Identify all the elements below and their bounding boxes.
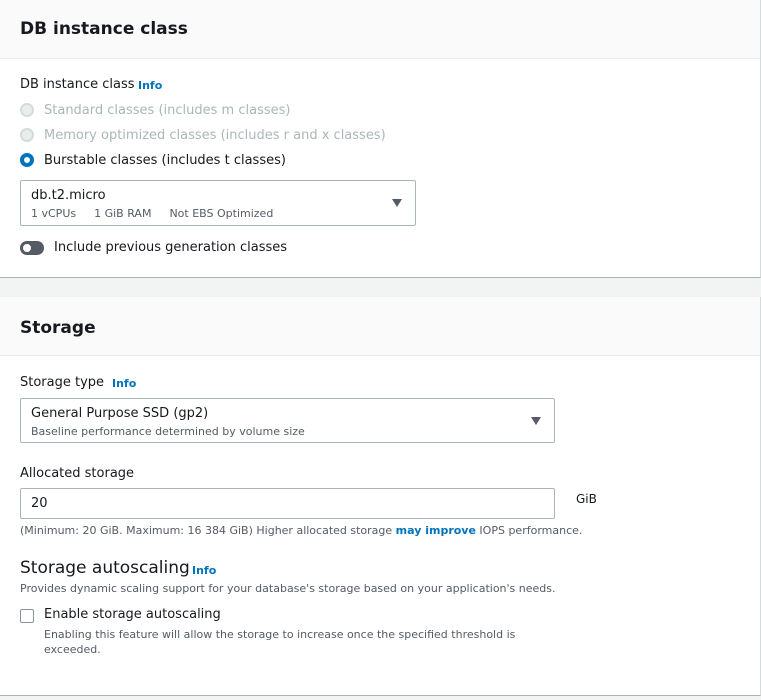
instance-class-select[interactable]: db.t2.micro 1 vCPUs 1 GiB RAM Not EBS Opti…	[20, 180, 416, 226]
storage-autoscaling-title: Storage autoscaling	[20, 558, 190, 578]
may-improve-link[interactable]: may improve	[396, 524, 476, 537]
allocated-storage-label: Allocated storage	[20, 466, 135, 481]
checkbox-label: Enable storage autoscaling	[44, 607, 221, 622]
panel-title: DB instance class	[20, 19, 188, 39]
checkbox-description: Enabling this feature will allow the sto…	[44, 628, 516, 656]
radio-button[interactable]	[20, 103, 34, 117]
radio-button-selected[interactable]	[20, 153, 34, 167]
caret-down-icon	[392, 199, 402, 207]
panel-title: Storage	[20, 318, 96, 338]
panel-header: Storage	[0, 297, 760, 356]
allocated-storage-input[interactable]: 20	[20, 488, 555, 519]
toggle-label: Include previous generation classes	[54, 240, 288, 255]
info-link[interactable]: Info	[138, 79, 162, 92]
radio-burstable-classes[interactable]: Burstable classes (includes t classes)	[20, 151, 286, 169]
radio-standard-classes[interactable]: Standard classes (includes m classes)	[20, 101, 290, 119]
radio-label: Standard classes (includes m classes)	[44, 102, 291, 118]
enable-autoscaling-row[interactable]: Enable storage autoscaling	[20, 607, 221, 623]
panel-header: DB instance class	[0, 0, 760, 59]
hint-text: (Minimum: 20 GiB. Maximum: 16 384 GiB) H…	[20, 524, 396, 537]
info-link[interactable]: Info	[192, 564, 216, 577]
enable-autoscaling-checkbox[interactable]	[20, 609, 34, 623]
toggle-knob	[23, 243, 31, 252]
ebs-detail: Not EBS Optimized	[169, 207, 274, 220]
hint-text-end: IOPS performance.	[475, 524, 583, 537]
storage-panel: Storage Storage type Info General Purpos…	[0, 297, 761, 696]
info-link[interactable]: Info	[112, 377, 136, 390]
storage-type-label: Storage type	[20, 375, 105, 390]
select-value: General Purpose SSD (gp2)	[31, 406, 209, 421]
select-value: db.t2.micro	[31, 188, 106, 203]
previous-generation-toggle-row[interactable]: Include previous generation classes	[20, 240, 287, 255]
toggle-switch[interactable]	[20, 240, 44, 255]
autoscaling-description: Provides dynamic scaling support for you…	[20, 582, 556, 595]
select-details: 1 vCPUs 1 GiB RAM Not EBS Optimized	[31, 207, 291, 220]
radio-label: Memory optimized classes (includes r and…	[44, 127, 386, 143]
select-description: Baseline performance determined by volum…	[31, 425, 305, 438]
radio-label: Burstable classes (includes t classes)	[44, 152, 286, 168]
storage-unit: GiB	[576, 492, 597, 506]
db-instance-class-label: DB instance class	[20, 77, 135, 92]
radio-button[interactable]	[20, 128, 34, 142]
vcpu-detail: 1 vCPUs	[31, 207, 77, 220]
allocated-storage-hint: (Minimum: 20 GiB. Maximum: 16 384 GiB) H…	[20, 524, 582, 537]
radio-memory-optimized-classes[interactable]: Memory optimized classes (includes r and…	[20, 126, 386, 144]
db-instance-class-panel: DB instance class DB instance class Info…	[0, 0, 761, 278]
storage-type-select[interactable]: General Purpose SSD (gp2) Baseline perfo…	[20, 398, 555, 443]
caret-down-icon	[531, 417, 541, 425]
ram-detail: 1 GiB RAM	[94, 207, 152, 220]
